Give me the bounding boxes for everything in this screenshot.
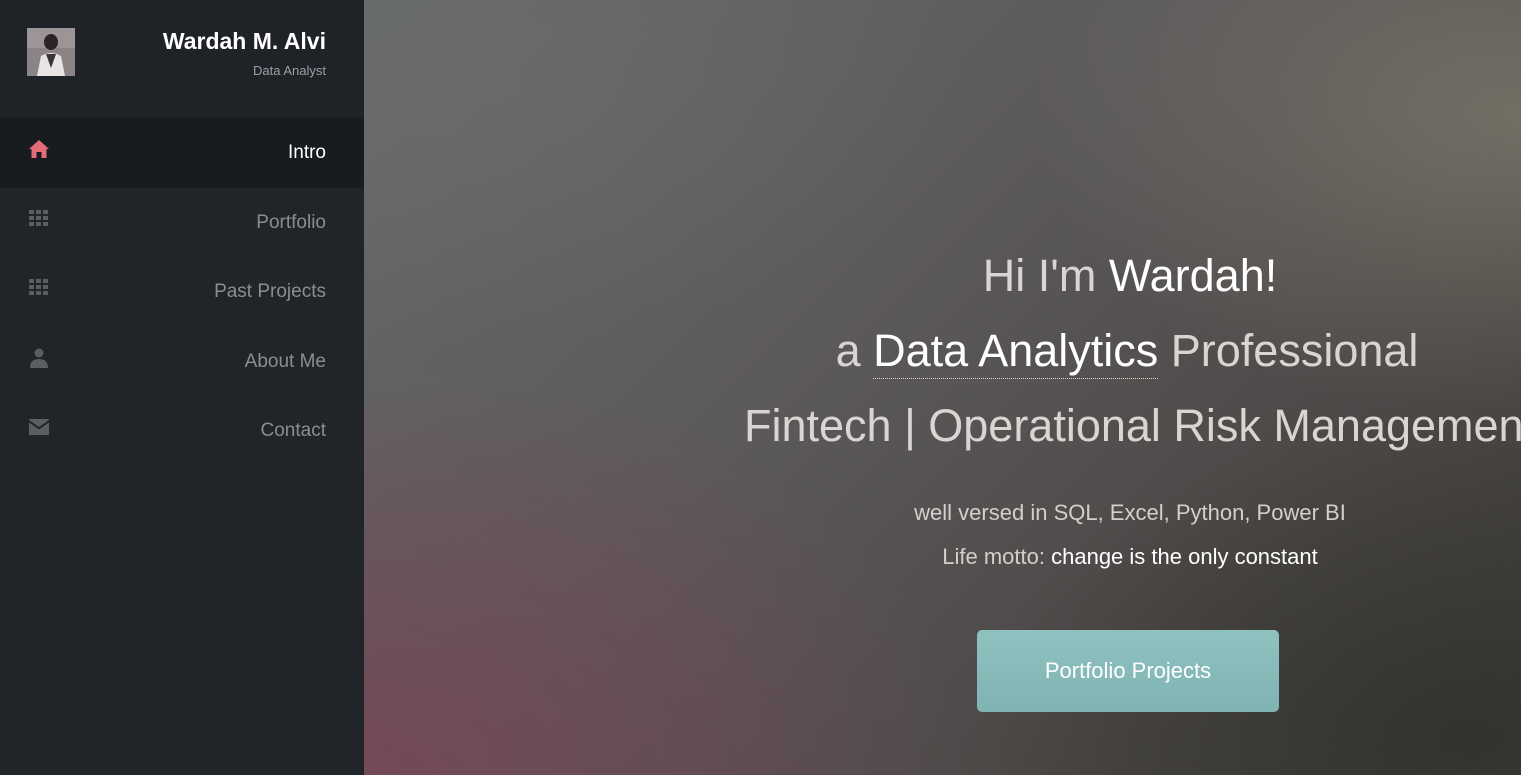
- motto-text: change is the only constant: [1051, 544, 1318, 569]
- hero-specialty: Fintech | Operational Risk Management: [744, 400, 1521, 451]
- sidebar-item-label: Portfolio: [256, 211, 326, 233]
- portfolio-projects-button[interactable]: Portfolio Projects: [977, 630, 1279, 712]
- greeting-prefix: Hi I'm: [982, 250, 1109, 301]
- hero-motto: Life motto: change is the only constant: [670, 544, 1521, 570]
- avatar[interactable]: [27, 28, 75, 76]
- sidebar-item-label: Contact: [260, 420, 326, 441]
- profile-role: Data Analyst: [253, 63, 326, 78]
- profile-name: Wardah M. Alvi: [162, 28, 326, 54]
- title-suffix: Professional: [1158, 325, 1419, 376]
- greeting-name: Wardah!: [1108, 250, 1278, 301]
- sidebar-nav: Intro Portfolio Past Projects About Me C…: [0, 118, 364, 466]
- hero-greeting: Hi I'm Wardah!: [670, 250, 1521, 302]
- sidebar-item-label: Intro: [287, 142, 326, 163]
- sidebar-item-label: About Me: [244, 350, 326, 372]
- sidebar: Wardah M. Alvi Data Analyst Intro Portfo…: [0, 0, 364, 775]
- envelope-icon: [28, 416, 50, 438]
- hero-title: a Data Analytics Professional: [582, 325, 1521, 379]
- motto-label: Life motto:: [942, 544, 1052, 569]
- title-prefix: a: [835, 325, 874, 376]
- user-icon: [28, 347, 50, 369]
- title-highlight: Data Analytics: [873, 325, 1159, 379]
- sidebar-item-label: Past Projects: [214, 281, 326, 302]
- sidebar-item-contact[interactable]: Contact: [0, 396, 364, 466]
- sidebar-item-portfolio[interactable]: Portfolio: [0, 188, 364, 258]
- sidebar-item-about-me[interactable]: About Me: [0, 327, 364, 397]
- hero-skills: well versed in SQL, Excel, Python, Power…: [914, 500, 1346, 525]
- home-icon: [28, 138, 50, 160]
- grid-icon: [28, 277, 50, 299]
- sidebar-item-past-projects[interactable]: Past Projects: [0, 257, 364, 327]
- profile-header: Wardah M. Alvi Data Analyst: [0, 0, 364, 118]
- sidebar-item-intro[interactable]: Intro: [0, 118, 364, 188]
- hero-section: Hi I'm Wardah! a Data Analytics Professi…: [364, 0, 1521, 775]
- grid-icon: [28, 208, 50, 230]
